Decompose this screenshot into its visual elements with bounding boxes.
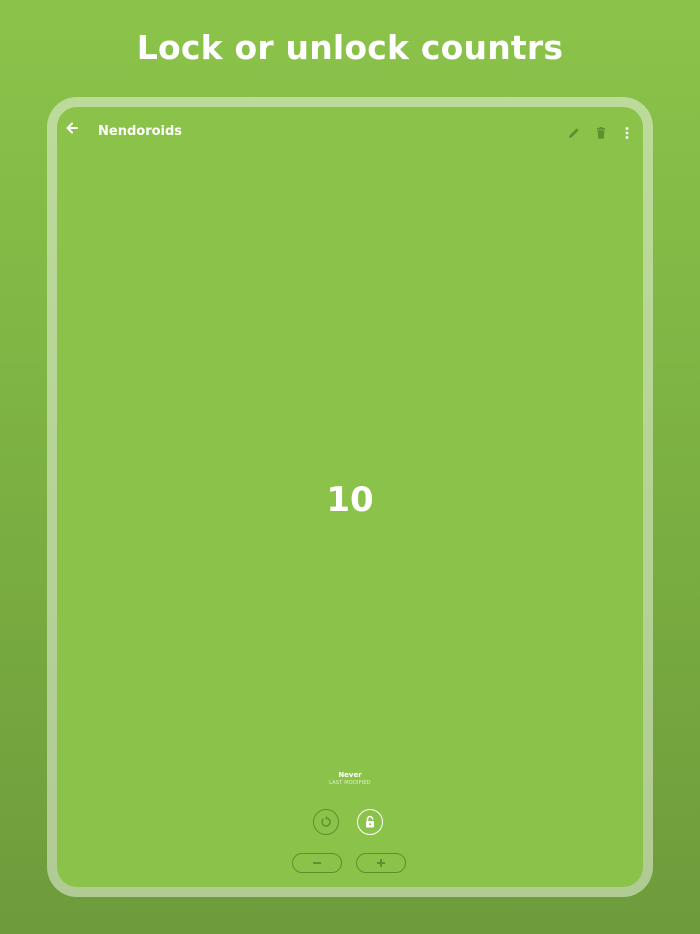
edit-button[interactable] [567, 125, 581, 139]
reset-icon [321, 816, 331, 827]
more-vert-icon [625, 127, 629, 139]
pencil-icon [569, 128, 579, 138]
increment-button[interactable] [356, 853, 406, 873]
promo-headline: Lock or unlock countrs [136, 28, 564, 67]
reset-button[interactable] [313, 809, 339, 835]
counter-value: 10 [326, 480, 374, 520]
last-modified-label: LAST MODIFIED [329, 780, 371, 786]
app-toolbar: Nendoroids [57, 107, 643, 157]
back-button[interactable] [65, 120, 79, 134]
minus-icon [313, 862, 321, 864]
arrow-left-icon [66, 122, 78, 134]
plus-icon [377, 859, 385, 867]
decrement-button[interactable] [292, 853, 342, 873]
more-options-button[interactable] [620, 125, 634, 139]
counter-title: Nendoroids [98, 124, 183, 139]
last-modified-block: Never LAST MODIFIED [57, 771, 643, 787]
trash-icon [597, 127, 605, 139]
delete-button[interactable] [594, 125, 608, 139]
unlocked-padlock-icon [366, 815, 374, 828]
last-modified-value: Never [338, 771, 362, 779]
tablet-frame: Nendoroids 10 Never LAST MODIFIED [47, 97, 653, 897]
lock-toggle-button[interactable] [357, 809, 383, 835]
app-screen: Nendoroids 10 Never LAST MODIFIED [57, 107, 643, 887]
